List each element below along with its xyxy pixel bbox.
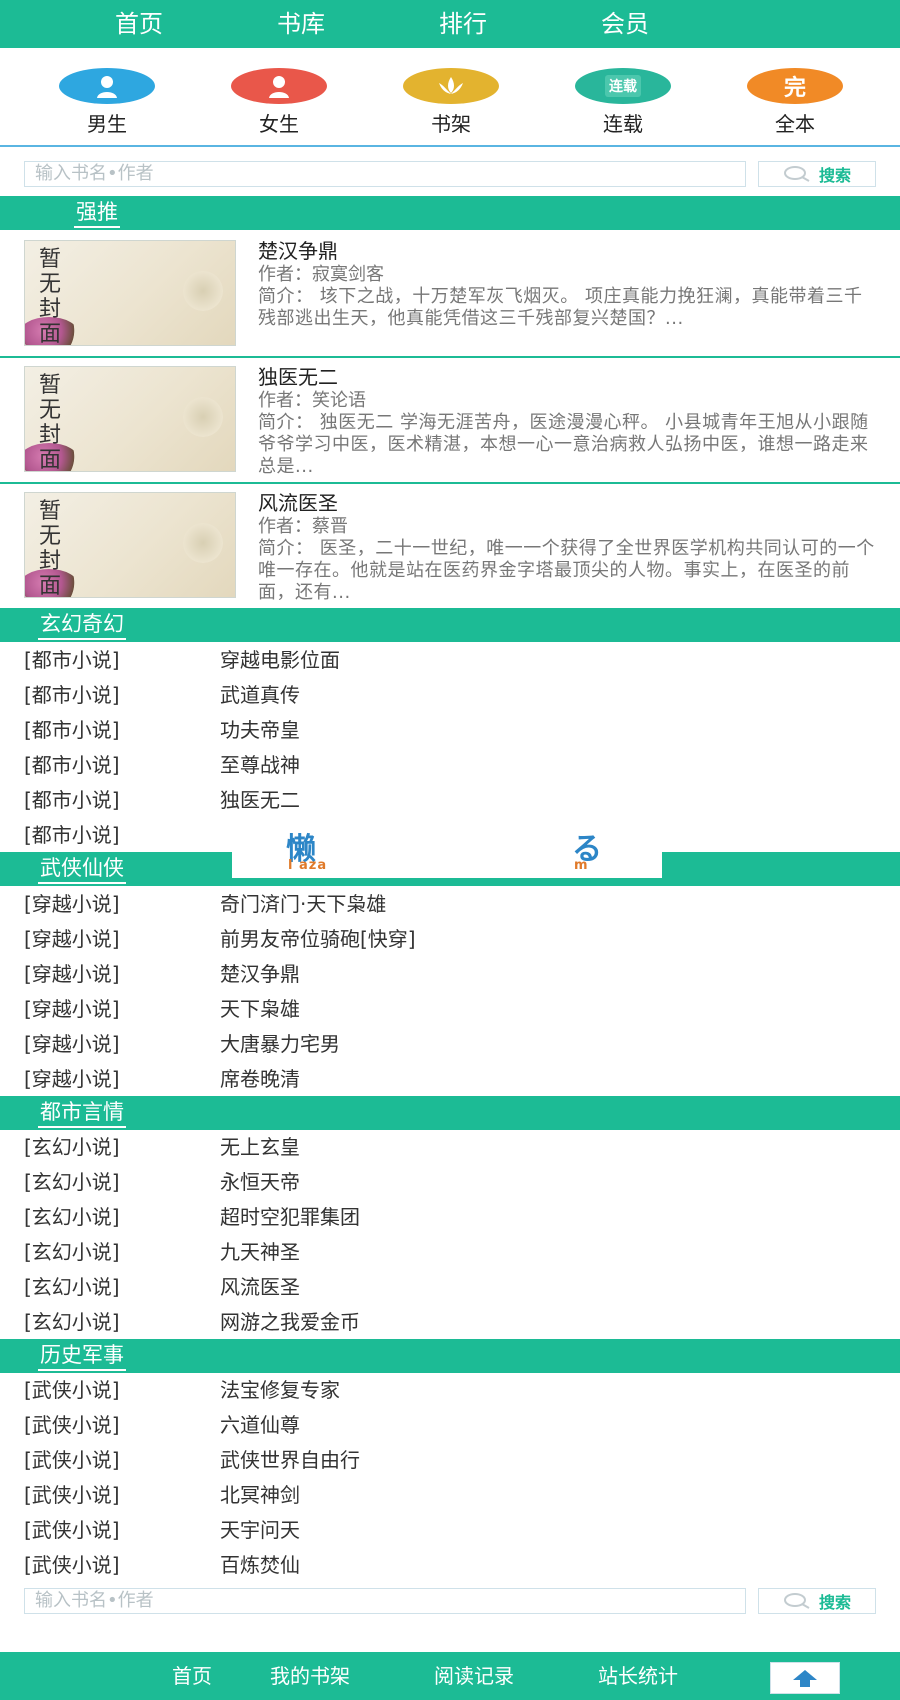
search-bar-bottom: 输入书名•作者 搜索	[24, 1588, 876, 1614]
search-input[interactable]: 输入书名•作者	[24, 161, 746, 187]
book-title[interactable]: 风流医圣	[258, 490, 878, 516]
cover-text: 暂无封面	[39, 499, 62, 598]
list-item[interactable]: [都市小说] 穿越电影位面	[24, 644, 340, 676]
cover-text: 暂无封面	[39, 373, 62, 472]
list-item[interactable]: [武侠小说] 六道仙尊	[24, 1409, 300, 1441]
top-nav: 首页 书库 排行 会员	[0, 0, 900, 48]
list-item[interactable]: [穿越小说] 奇门済门·天下枭雄	[24, 888, 386, 920]
category-complete[interactable]: 完 全本	[740, 60, 850, 137]
nav-member[interactable]: 会员	[550, 6, 700, 42]
category-row: 男生 女生 书架 连载 连载 完 全本	[0, 60, 900, 150]
section-header: 历史军事	[0, 1339, 900, 1373]
featured-book[interactable]: 暂无封面 独医无二 作者：笑论语 简介： 独医无二 学海无涯苦舟，医途漫漫心秤。…	[0, 358, 900, 484]
footer-link-bookshelf[interactable]: 我的书架	[270, 1662, 350, 1690]
section-header: 都市言情	[0, 1096, 900, 1130]
book-info: 独医无二 作者：笑论语 简介： 独医无二 学海无涯苦舟，医途漫漫心秤。 小县城青…	[258, 364, 878, 478]
list-item[interactable]: [武侠小说] 武侠世界自由行	[24, 1444, 360, 1476]
section-title: 强推	[74, 198, 120, 228]
footer-link-stats[interactable]: 站长统计	[598, 1662, 678, 1690]
book-title[interactable]: 独医无二	[258, 364, 878, 390]
list-item[interactable]: [玄幻小说] 无上玄皇	[24, 1131, 300, 1163]
list-item[interactable]: [穿越小说] 天下枭雄	[24, 993, 300, 1025]
nav-ranking[interactable]: 排行	[388, 6, 538, 42]
section-title: 武侠仙侠	[38, 854, 126, 884]
lotus-icon	[403, 68, 499, 104]
list-item[interactable]: [都市小说] 至尊战神	[24, 749, 300, 781]
book-cover[interactable]: 暂无封面	[24, 240, 236, 346]
section-title: 玄幻奇幻	[38, 610, 126, 640]
search-button-label: 搜索	[818, 1593, 851, 1612]
book-info: 楚汉争鼎 作者：寂寞剑客 简介： 垓下之战，十万楚军灰飞烟灭。 项庄真能力挽狂澜…	[258, 238, 878, 330]
search-button-label: 搜索	[818, 166, 851, 185]
list-item[interactable]: [武侠小说] 法宝修复专家	[24, 1374, 340, 1406]
book-author: 作者：蔡晋	[258, 516, 348, 537]
category-label: 女生	[259, 112, 299, 136]
person-icon	[231, 68, 327, 104]
category-female[interactable]: 女生	[224, 60, 334, 137]
serial-icon: 连载	[575, 68, 671, 104]
category-male[interactable]: 男生	[52, 60, 162, 137]
list-item[interactable]: [玄幻小说] 网游之我爱金币	[24, 1306, 360, 1338]
footer-link-home[interactable]: 首页	[172, 1662, 212, 1690]
divider	[0, 145, 900, 147]
category-bookshelf[interactable]: 书架	[396, 60, 506, 137]
footer-link-history[interactable]: 阅读记录	[434, 1662, 514, 1690]
list-item[interactable]: [玄幻小说] 永恒天帝	[24, 1166, 300, 1198]
list-item[interactable]: [玄幻小说] 九天神圣	[24, 1236, 300, 1268]
book-intro: 简介： 独医无二 学海无涯苦舟，医途漫漫心秤。 小县城青年王旭从小跟随爷爷学习中…	[258, 412, 869, 477]
cover-text: 暂无封面	[39, 247, 62, 346]
book-cover[interactable]: 暂无封面	[24, 492, 236, 598]
list-item[interactable]: [都市小说] 功夫帝皇	[24, 714, 300, 746]
category-label: 连载	[603, 112, 643, 136]
list-item[interactable]: [武侠小说] 百炼焚仙	[24, 1549, 300, 1581]
category-label: 全本	[775, 112, 815, 136]
list-item[interactable]: [都市小说] 独医无二	[24, 784, 300, 816]
overlay-logo: 懒 l aza る m	[232, 822, 662, 878]
search-icon	[783, 166, 810, 182]
search-button[interactable]: 搜索	[758, 161, 876, 187]
footer-nav: 首页 我的书架 阅读记录 站长统计	[0, 1652, 900, 1700]
featured-book[interactable]: 暂无封面 风流医圣 作者：蔡晋 简介： 医圣，二十一世纪，唯一一个获得了全世界医…	[0, 484, 900, 610]
complete-icon: 完	[747, 68, 843, 104]
nav-home[interactable]: 首页	[64, 6, 214, 42]
section-title: 都市言情	[38, 1098, 126, 1128]
category-label: 男生	[87, 112, 127, 136]
book-title[interactable]: 楚汉争鼎	[258, 238, 878, 264]
nav-library[interactable]: 书库	[226, 6, 376, 42]
list-item[interactable]: [穿越小说] 前男友帝位骑砲[快穿]	[24, 923, 416, 955]
logo-subtext: m	[574, 858, 588, 873]
book-intro: 简介： 垓下之战，十万楚军灰飞烟灭。 项庄真能力挽狂澜，真能带着三千残部逃出生天…	[258, 286, 863, 329]
search-input[interactable]: 输入书名•作者	[24, 1588, 746, 1614]
book-info: 风流医圣 作者：蔡晋 简介： 医圣，二十一世纪，唯一一个获得了全世界医学机构共同…	[258, 490, 878, 604]
list-item[interactable]: [玄幻小说] 风流医圣	[24, 1271, 300, 1303]
book-author: 作者：笑论语	[258, 390, 366, 411]
arrow-up-icon	[793, 1670, 817, 1687]
search-bar-top: 输入书名•作者 搜索	[24, 161, 876, 187]
featured-book[interactable]: 暂无封面 楚汉争鼎 作者：寂寞剑客 简介： 垓下之战，十万楚军灰飞烟灭。 项庄真…	[0, 232, 900, 358]
category-serial[interactable]: 连载 连载	[568, 60, 678, 137]
list-item[interactable]: [穿越小说] 席卷晚清	[24, 1063, 300, 1095]
list-item[interactable]: [穿越小说] 大唐暴力宅男	[24, 1028, 340, 1060]
list-item[interactable]: [武侠小说] 北冥神剑	[24, 1479, 300, 1511]
back-to-top-button[interactable]	[770, 1662, 840, 1694]
list-item[interactable]: [穿越小说] 楚汉争鼎	[24, 958, 300, 990]
featured-header: 强推	[0, 196, 900, 230]
section-header: 玄幻奇幻	[0, 608, 900, 642]
book-cover[interactable]: 暂无封面	[24, 366, 236, 472]
book-author: 作者：寂寞剑客	[258, 264, 384, 285]
list-item[interactable]: [玄幻小说] 超时空犯罪集团	[24, 1201, 360, 1233]
list-item[interactable]: [武侠小说] 天宇问天	[24, 1514, 300, 1546]
category-label: 书架	[431, 112, 471, 136]
search-icon	[783, 1593, 810, 1609]
person-icon	[59, 68, 155, 104]
list-item[interactable]: [都市小说] 武道真传	[24, 679, 300, 711]
section-title: 历史军事	[38, 1341, 126, 1371]
logo-subtext: l aza	[288, 858, 328, 873]
search-button[interactable]: 搜索	[758, 1588, 876, 1614]
book-intro: 简介： 医圣，二十一世纪，唯一一个获得了全世界医学机构共同认可的一个唯一存在。他…	[258, 538, 875, 603]
list-item[interactable]: [都市小说]	[24, 819, 220, 851]
